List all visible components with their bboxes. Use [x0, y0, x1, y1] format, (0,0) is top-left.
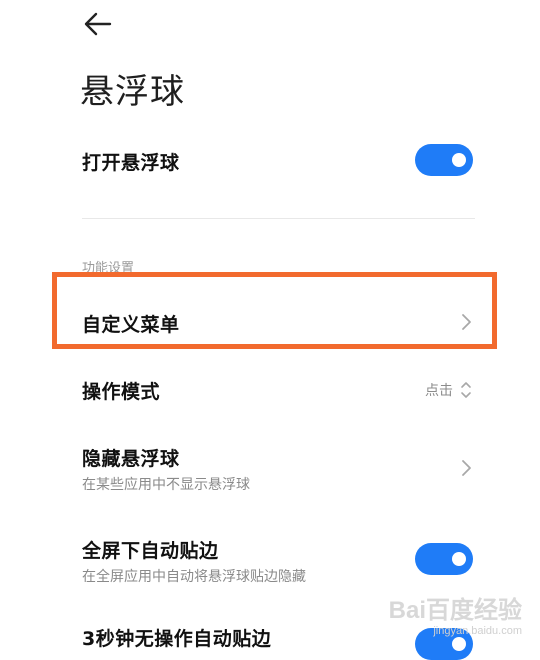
baidu-watermark: Bai百度经验 jingyan.baidu.com — [389, 590, 522, 637]
hide-ball-sublabel: 在某些应用中不显示悬浮球 — [82, 477, 250, 493]
divider — [82, 218, 475, 219]
fullscreen-edge-row[interactable]: 全屏下自动贴边 在全屏应用中自动将悬浮球贴边隐藏 — [82, 532, 475, 590]
toggle-knob — [452, 637, 466, 651]
master-toggle-label: 打开悬浮球 — [82, 152, 180, 174]
back-arrow-icon[interactable] — [82, 10, 114, 38]
operation-mode-label: 操作模式 — [82, 381, 161, 403]
watermark-brand: Bai百度经验 — [388, 597, 522, 624]
toggle-knob — [452, 153, 466, 167]
idle-edge-label: 3秒钟无操作自动贴边 — [82, 628, 272, 650]
operation-mode-value: 点击 — [425, 383, 453, 399]
custom-menu-label: 自定义菜单 — [82, 314, 180, 336]
custom-menu-row[interactable]: 自定义菜单 — [82, 296, 475, 336]
fullscreen-edge-switch[interactable] — [415, 543, 473, 575]
chevron-right-icon — [459, 312, 473, 332]
watermark-url: jingyan.baidu.com — [433, 625, 522, 637]
fullscreen-edge-sublabel: 在全屏应用中自动将悬浮球贴边隐藏 — [82, 569, 306, 585]
master-toggle-row[interactable]: 打开悬浮球 — [82, 138, 475, 184]
chevron-right-icon — [459, 458, 473, 478]
up-down-chevron-icon — [459, 378, 473, 402]
master-toggle-switch[interactable] — [415, 144, 473, 176]
operation-mode-row[interactable]: 操作模式 点击 — [82, 370, 475, 410]
page-title: 悬浮球 — [80, 72, 185, 112]
fullscreen-edge-label: 全屏下自动贴边 — [82, 540, 219, 562]
hide-ball-label: 隐藏悬浮球 — [82, 448, 180, 470]
toggle-knob — [452, 552, 466, 566]
hide-ball-row[interactable]: 隐藏悬浮球 在某些应用中不显示悬浮球 — [82, 440, 475, 498]
